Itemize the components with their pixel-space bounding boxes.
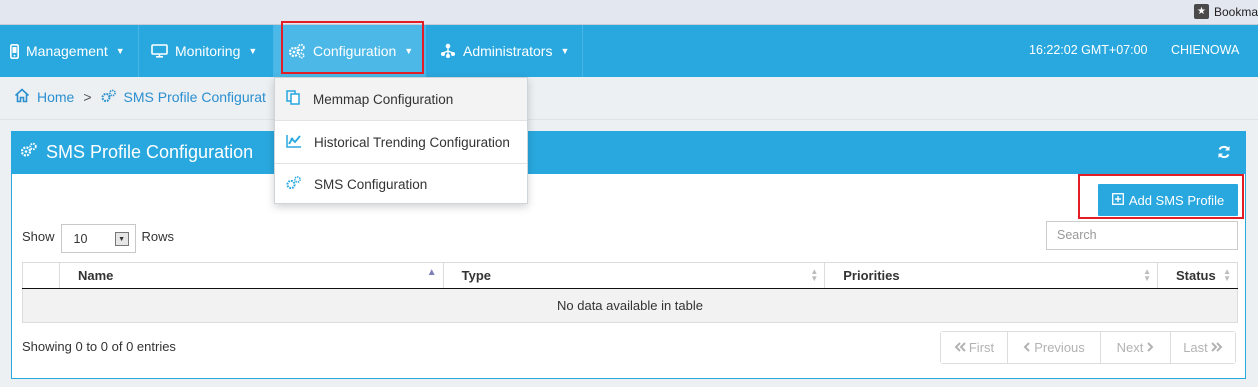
rows-label: Rows: [141, 229, 175, 244]
nav-configuration-label: Configuration: [313, 43, 397, 59]
breadcrumb-current: SMS Profile Configurat: [123, 89, 266, 105]
sort-both-icon: ▲ ▼: [1143, 267, 1151, 283]
nav-monitoring-label: Monitoring: [175, 43, 241, 59]
nav-management[interactable]: Management ▼: [0, 25, 139, 77]
chevron-down-icon: ▼: [114, 231, 129, 246]
browser-bookmark-bar: ★ Bookma: [0, 0, 1258, 25]
sort-asc-icon: ▲: [426, 267, 437, 278]
chevron-down-icon: ▼: [404, 46, 414, 56]
star-icon: ★: [1193, 4, 1209, 19]
pager-last-label: Last: [1183, 340, 1208, 355]
menu-item-memmap-configuration[interactable]: Memmap Configuration: [275, 78, 527, 120]
column-header-priorities[interactable]: Priorities ▲ ▼: [824, 262, 1158, 289]
panel-title: SMS Profile Configuration: [20, 142, 253, 163]
monitor-icon: [151, 44, 168, 58]
breadcrumb-divider: [0, 119, 1258, 120]
add-sms-profile-button[interactable]: Add SMS Profile: [1098, 184, 1238, 216]
pager-next-button[interactable]: Next: [1101, 332, 1171, 363]
plus-square-icon: [1111, 192, 1124, 208]
double-chevron-right-icon: [1211, 340, 1223, 355]
top-navbar: Management ▼ Monitoring ▼ Configuration …: [0, 25, 1258, 77]
sitemap-icon: [440, 43, 456, 59]
menu-item-label: Memmap Configuration: [313, 91, 454, 107]
nav-management-label: Management: [26, 43, 108, 59]
gears-icon: [288, 43, 306, 59]
pager-first-label: First: [968, 340, 995, 355]
pager-next-label: Next: [1116, 340, 1144, 355]
chevron-right-icon: >: [83, 89, 92, 105]
pager-previous-button[interactable]: Previous: [1008, 332, 1101, 363]
column-header-label: Priorities: [843, 268, 900, 283]
add-sms-profile-label: Add SMS Profile: [1128, 192, 1225, 208]
column-header-label: Type: [461, 268, 492, 283]
nav-configuration[interactable]: Configuration ▼: [274, 25, 426, 77]
pager-first-button[interactable]: First: [941, 332, 1008, 363]
gears-icon: [286, 175, 302, 193]
column-header-label: Status: [1175, 268, 1216, 283]
table-row: No data available in table: [22, 288, 1238, 323]
search-input[interactable]: Search: [1046, 221, 1238, 250]
page-size-select[interactable]: 10 ▼: [60, 224, 136, 253]
page-size-value: 10: [73, 231, 88, 246]
column-header-name[interactable]: Name ▲: [59, 262, 444, 289]
chevron-left-icon: [1023, 340, 1031, 355]
sort-both-icon: ▲ ▼: [810, 267, 819, 283]
nav-administrators-label: Administrators: [463, 43, 553, 59]
chevron-down-icon: ▼: [115, 46, 125, 56]
gears-icon: [20, 142, 38, 163]
bookmarks-label: Bookma: [1213, 4, 1258, 19]
pagination: First Previous Next Last: [940, 331, 1236, 364]
nav-administrators[interactable]: Administrators ▼: [426, 25, 583, 77]
double-chevron-left-icon: [954, 340, 966, 355]
configuration-dropdown-menu: Memmap Configuration Historical Trending…: [274, 77, 528, 204]
mobile-icon: [10, 43, 19, 59]
chevron-right-icon: [1146, 340, 1154, 355]
pager-previous-label: Previous: [1034, 340, 1085, 355]
pager-last-button[interactable]: Last: [1171, 332, 1235, 363]
gears-icon: [101, 89, 117, 106]
table-info: Showing 0 to 0 of 0 entries: [22, 339, 176, 354]
table-header-row: Name ▲ Type ▲ ▼ Priorities ▲ ▼ Status ▲ ▼: [22, 262, 1239, 289]
server-clock: 16:22:02 GMT+07:00: [1029, 43, 1148, 57]
sms-profile-table: Name ▲ Type ▲ ▼ Priorities ▲ ▼ Status ▲ ▼: [22, 262, 1239, 323]
menu-item-historical-trending-configuration[interactable]: Historical Trending Configuration: [275, 121, 527, 163]
column-header-select: [22, 262, 60, 289]
home-icon: [14, 88, 30, 106]
copy-icon: [286, 90, 301, 108]
panel-header: SMS Profile Configuration: [12, 132, 1245, 174]
page-length-control: Show 10 ▼ Rows: [22, 220, 174, 253]
column-header-status[interactable]: Status ▲ ▼: [1156, 262, 1239, 289]
show-label: Show: [22, 229, 55, 244]
bookmarks-button[interactable]: ★ Bookma: [1193, 4, 1258, 19]
breadcrumb-home[interactable]: Home: [37, 89, 74, 105]
nav-monitoring[interactable]: Monitoring ▼: [139, 25, 274, 77]
refresh-icon[interactable]: [1217, 145, 1231, 162]
sort-both-icon: ▲ ▼: [1223, 267, 1231, 283]
sms-profile-panel: SMS Profile Configuration Add SMS Profil…: [11, 131, 1246, 379]
column-header-label: Name: [78, 268, 114, 283]
chart-line-icon: [286, 133, 302, 151]
menu-item-label: Historical Trending Configuration: [314, 134, 510, 150]
menu-item-sms-configuration[interactable]: SMS Configuration: [275, 163, 527, 205]
panel-title-text: SMS Profile Configuration: [46, 142, 254, 162]
user-menu[interactable]: CHIENOWA: [1171, 43, 1239, 57]
column-header-type[interactable]: Type ▲ ▼: [442, 262, 826, 289]
empty-table-message: No data available in table: [22, 288, 1238, 323]
breadcrumb: Home > SMS Profile Configurat: [14, 88, 266, 106]
chevron-down-icon: ▼: [560, 46, 570, 56]
chevron-down-icon: ▼: [248, 46, 258, 56]
menu-item-label: SMS Configuration: [314, 176, 428, 192]
